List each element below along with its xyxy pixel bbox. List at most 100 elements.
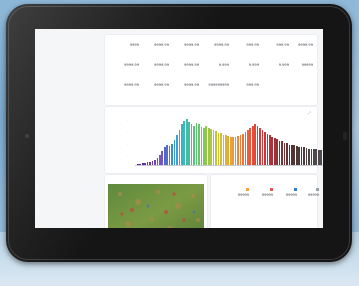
spectrum-bar <box>269 135 271 165</box>
y-tick: – <box>127 131 129 134</box>
spectrum-bar <box>313 149 315 165</box>
spectrum-bar <box>168 146 171 165</box>
spectrum-bar <box>251 125 254 165</box>
spectrum-bar <box>203 128 205 165</box>
spectrum-bar <box>234 137 237 165</box>
spectrum-bar <box>198 124 200 165</box>
spectrum-bar <box>300 147 303 165</box>
spectrum-bar <box>266 133 269 165</box>
spectrum-bar <box>188 121 191 165</box>
x-axis <box>135 165 323 166</box>
spectrum-bar <box>195 123 198 165</box>
metric-stat: 9999.99 <box>169 43 199 48</box>
spectrum-bar <box>320 150 323 165</box>
metric-stat: 9999.99 <box>139 43 169 48</box>
spectrum-bar <box>310 148 313 165</box>
metric-value: 9999.99 <box>184 43 199 47</box>
spectrum-bar <box>305 148 308 165</box>
spectrum-bar <box>159 154 161 165</box>
spectrum-bar <box>242 133 244 165</box>
metric-value: 9999.99 <box>154 63 169 67</box>
spectrum-bar <box>249 127 252 165</box>
metric-value: 9999.99 <box>154 83 169 87</box>
metric-stat: 9999.99 <box>109 63 139 68</box>
spectrum-bar <box>293 145 296 165</box>
spectrum-bar <box>183 121 186 165</box>
metric-value: 9.999 <box>218 63 229 67</box>
metric-stat: 9999.99 <box>109 83 139 88</box>
metric-value: 9999.99 <box>184 83 199 87</box>
spectrum-bar <box>259 127 261 165</box>
expand-icon[interactable]: ⤢ <box>308 110 311 115</box>
spectrum-bar <box>261 129 264 165</box>
spectrum-bar <box>256 125 259 165</box>
metric-value: 999.99 <box>246 83 259 87</box>
spectrum-bar <box>190 124 193 165</box>
spectrum-bar <box>283 142 286 165</box>
count-label <box>289 187 319 191</box>
spectrum-bar <box>176 135 178 165</box>
spectrum-bar <box>207 127 210 165</box>
color-swatch <box>316 187 319 191</box>
spectrum-bar <box>210 129 213 165</box>
metric-stat: 999.99 <box>229 83 259 88</box>
metric-stat: 9999.99 <box>169 83 199 88</box>
spectrum-bar <box>237 135 239 165</box>
metric-value: 9999.99 <box>214 43 229 47</box>
y-tick: – <box>127 143 129 146</box>
spectrum-bar <box>193 125 195 165</box>
spectrum-bar <box>171 144 173 165</box>
metric-stat: 9999 <box>109 43 139 48</box>
spectrum-bar <box>217 132 220 165</box>
spectrum-bar <box>317 150 320 165</box>
spectrum-bar <box>166 144 169 165</box>
metric-stat: 99999 <box>283 63 313 68</box>
spectrum-bar <box>278 140 281 165</box>
metric-stat: 999999999 <box>199 83 229 88</box>
spectrum-bars <box>137 119 323 165</box>
detection-panel: 99999 99999 99999 99999 <box>211 175 319 228</box>
spectrum-bar <box>232 136 235 165</box>
spectrum-bar <box>271 136 274 165</box>
metric-value: 9999.99 <box>184 63 199 67</box>
spectrum-bar <box>181 124 183 165</box>
spectrum-bar <box>247 129 249 165</box>
metric-value: 9999.99 <box>124 83 139 87</box>
metric-stat: 9999.99 <box>283 43 313 48</box>
spectrum-bar <box>178 129 181 165</box>
spectrum-bar <box>298 146 301 165</box>
metric-stat: 9999.99 <box>139 83 169 88</box>
metrics-panel: 9999 9999.99 9999.99 9999.99 999.99 999.99 999… <box>105 35 317 105</box>
spectrum-bar <box>276 139 279 165</box>
spectrum-bar <box>244 131 247 165</box>
spectrum-bar <box>303 147 305 165</box>
app-screen: 9999 9999.99 9999.99 9999.99 999.99 999.99 999… <box>35 29 323 228</box>
metric-stat: 9999.99 <box>199 43 229 48</box>
image-panel <box>105 175 207 228</box>
spectrum-bar <box>220 133 222 165</box>
spectrum-bar <box>288 144 291 165</box>
spectrum-bar <box>286 143 288 165</box>
metric-stat: 9.999 <box>199 63 229 68</box>
spectrum-bar <box>239 135 242 165</box>
spectrum-bar <box>156 157 159 165</box>
spectrum-bar <box>254 124 257 165</box>
spectrum-panel: ⤢ – – – – <box>105 107 323 173</box>
spectrum-bar <box>163 147 166 165</box>
leaf-image[interactable] <box>108 184 204 228</box>
camera-icon <box>25 134 29 138</box>
spectrum-bar <box>212 129 215 165</box>
spectrum-bar <box>227 135 230 165</box>
metric-value: 999999999 <box>208 83 229 87</box>
spectrum-bar <box>173 139 176 165</box>
home-button[interactable] <box>343 132 347 140</box>
y-tick: – <box>127 119 129 122</box>
spectrum-bar <box>281 141 283 165</box>
metric-value: 9999.99 <box>124 63 139 67</box>
spectrum-bar <box>229 136 232 165</box>
spectrum-bar <box>295 146 298 165</box>
spectrum-bar <box>225 135 227 165</box>
metric-stat: 999.99 <box>229 43 259 48</box>
spectrum-bar <box>161 151 164 165</box>
metric-stat: 9999.99 <box>169 63 199 68</box>
